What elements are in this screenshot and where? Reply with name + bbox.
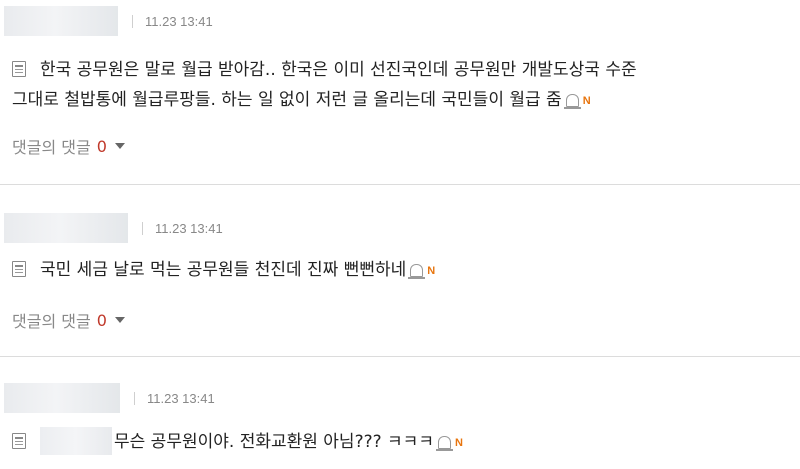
siren-icon[interactable]: [408, 264, 426, 279]
comment-timestamp: 11.23 13:41: [145, 13, 213, 29]
comment-meta: 11.23 13:41: [4, 383, 215, 413]
new-badge: N: [427, 265, 436, 277]
comment-text: 국민 세금 날로 먹는 공무원들 천진데 진짜 뻔뻔하네: [40, 260, 407, 280]
comment-text-continued: 그대로 철밥통에 월급루팡들. 하는 일 없이 저런 글 올리는데 국민들이 월…: [12, 90, 562, 110]
comment-item: 11.23 13:41 무슨 공무원이야. 전화교환원 아님??? ㅋㅋㅋ N: [0, 357, 800, 469]
author-name-redacted[interactable]: [4, 213, 128, 243]
mention-redacted[interactable]: [40, 427, 112, 455]
meta-separator: [132, 14, 133, 28]
comment-body: 국민 세금 날로 먹는 공무원들 천진데 진짜 뻔뻔하네 N: [12, 255, 796, 286]
comment-text: 한국 공무원은 말로 월급 받아감.. 한국은 이미 선진국인데 공무원만 개발…: [40, 60, 637, 80]
document-icon: [12, 433, 26, 449]
new-badge: N: [582, 95, 591, 107]
comment-timestamp: 11.23 13:41: [155, 220, 223, 236]
comment-meta: 11.23 13:41: [4, 213, 223, 243]
reply-toggle[interactable]: 댓글의 댓글 0: [12, 134, 125, 158]
reply-toggle[interactable]: 댓글의 댓글 0: [12, 308, 125, 332]
author-name-redacted[interactable]: [4, 6, 118, 36]
siren-icon[interactable]: [563, 94, 581, 109]
reply-count: 0: [96, 310, 107, 330]
comment-timestamp: 11.23 13:41: [147, 390, 215, 406]
reply-label: 댓글의 댓글: [12, 138, 91, 157]
comment-item: 11.23 13:41 국민 세금 날로 먹는 공무원들 천진데 진짜 뻔뻔하네…: [0, 185, 800, 356]
comment-meta: 11.23 13:41: [4, 6, 213, 36]
reply-count: 0: [96, 136, 107, 156]
caret-down-icon: [114, 317, 125, 323]
siren-icon[interactable]: [435, 436, 453, 451]
comment-body: 한국 공무원은 말로 월급 받아감.. 한국은 이미 선진국인데 공무원만 개발…: [12, 55, 796, 116]
comment-body: 무슨 공무원이야. 전화교환원 아님??? ㅋㅋㅋ N: [12, 427, 796, 458]
caret-down-icon: [114, 143, 125, 149]
meta-separator: [134, 391, 135, 405]
comment-text: 무슨 공무원이야. 전화교환원 아님??? ㅋㅋㅋ: [114, 432, 434, 452]
document-icon: [12, 61, 26, 77]
reply-label: 댓글의 댓글: [12, 312, 91, 331]
author-name-redacted[interactable]: [4, 383, 120, 413]
comment-item: 11.23 13:41 한국 공무원은 말로 월급 받아감.. 한국은 이미 선…: [0, 0, 800, 184]
meta-separator: [142, 221, 143, 235]
new-badge: N: [454, 437, 463, 449]
document-icon: [12, 261, 26, 277]
